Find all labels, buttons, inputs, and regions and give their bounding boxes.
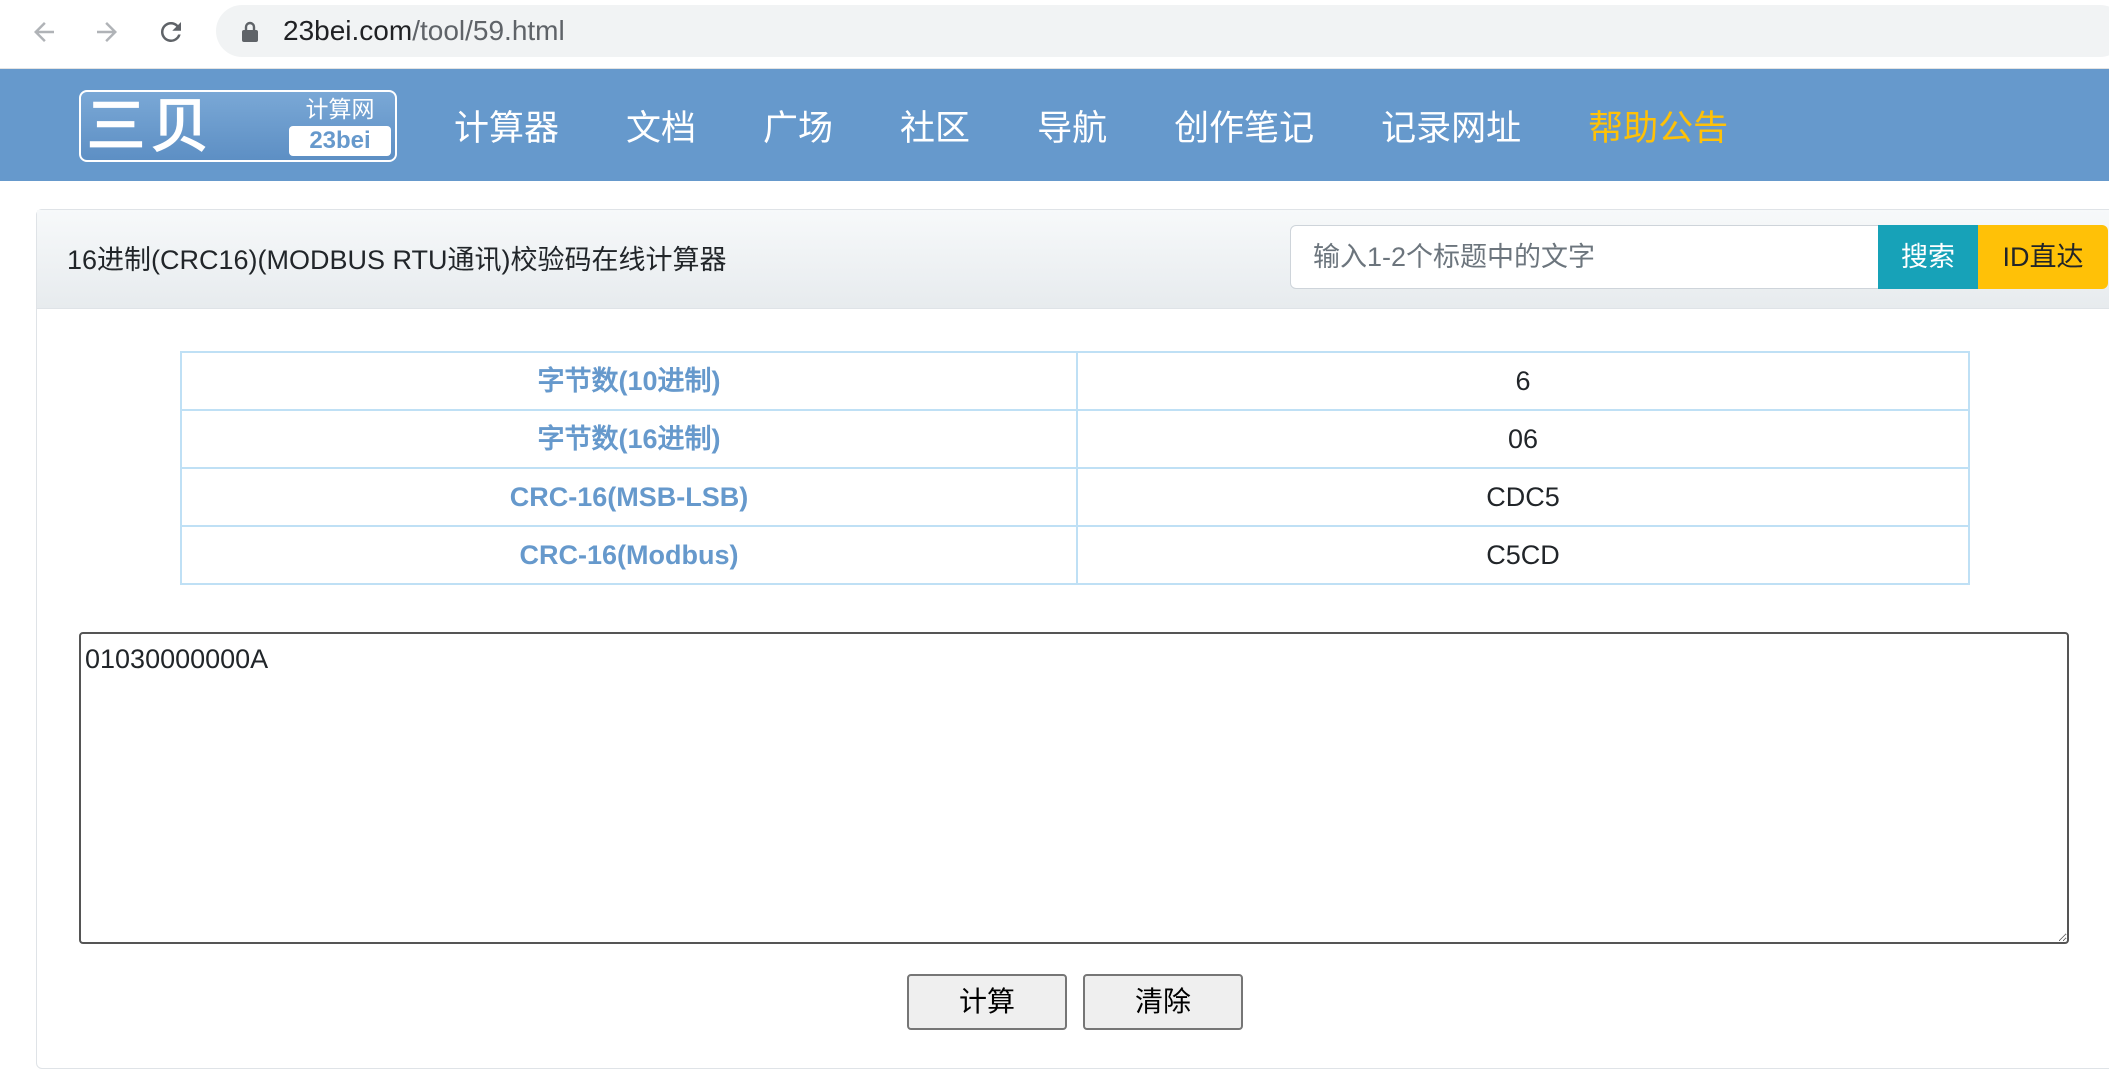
calculate-button[interactable]: 计算 bbox=[907, 974, 1067, 1030]
menu-item-help[interactable]: 帮助公告 bbox=[1588, 100, 1728, 151]
back-arrow-icon[interactable] bbox=[26, 14, 62, 50]
logo-en-text: 23bei bbox=[289, 126, 391, 156]
menu-item-bookmarks[interactable]: 记录网址 bbox=[1381, 100, 1521, 151]
table-row: 字节数(10进制) 6 bbox=[180, 351, 1970, 411]
table-row: CRC-16(Modbus) C5CD bbox=[180, 525, 1970, 585]
search-button[interactable]: 搜索 bbox=[1878, 225, 1978, 289]
menu-item-community[interactable]: 社区 bbox=[900, 100, 970, 151]
logo-sub-text: 计算网 bbox=[305, 96, 375, 122]
menu-item-notes[interactable]: 创作笔记 bbox=[1174, 100, 1314, 151]
result-label: CRC-16(Modbus) bbox=[180, 525, 1078, 585]
url-host: 23bei.com bbox=[283, 15, 413, 46]
card-header: 16进制(CRC16)(MODBUS RTU通讯)校验码在线计算器 搜索 ID直… bbox=[37, 210, 2109, 309]
result-label: 字节数(10进制) bbox=[180, 351, 1078, 411]
calculator-card: 16进制(CRC16)(MODBUS RTU通讯)校验码在线计算器 搜索 ID直… bbox=[36, 209, 2109, 1069]
url-path: /tool/59.html bbox=[412, 15, 565, 46]
result-value: 06 bbox=[1076, 409, 1970, 469]
result-value: 6 bbox=[1076, 351, 1970, 411]
logo-main-text: 三贝 bbox=[87, 92, 216, 160]
forward-arrow-icon[interactable] bbox=[89, 14, 125, 50]
site-logo[interactable]: 三贝 计算网 23bei bbox=[79, 90, 397, 162]
search-input[interactable] bbox=[1290, 225, 1914, 289]
result-label: CRC-16(MSB-LSB) bbox=[180, 467, 1078, 527]
main-menu: 计算器 文档 广场 社区 导航 创作笔记 记录网址 帮助公告 bbox=[454, 69, 1795, 181]
result-value: CDC5 bbox=[1076, 467, 1970, 527]
browser-toolbar: 23bei.com/tool/59.html bbox=[0, 0, 2109, 69]
page-title: 16进制(CRC16)(MODBUS RTU通讯)校验码在线计算器 bbox=[67, 245, 727, 275]
id-direct-button[interactable]: ID直达 bbox=[1978, 225, 2108, 289]
menu-item-calculator[interactable]: 计算器 bbox=[454, 100, 559, 151]
menu-item-square[interactable]: 广场 bbox=[763, 100, 833, 151]
lock-icon bbox=[240, 21, 260, 48]
menu-item-navigation[interactable]: 导航 bbox=[1037, 100, 1107, 151]
table-row: 字节数(16进制) 06 bbox=[180, 409, 1970, 469]
clear-button[interactable]: 清除 bbox=[1083, 974, 1243, 1030]
hex-input-textarea[interactable]: 01030000000A bbox=[79, 632, 2069, 944]
reload-icon[interactable] bbox=[153, 14, 189, 50]
site-header: 三贝 计算网 23bei 计算器 文档 广场 社区 导航 创作笔记 记录网址 帮… bbox=[0, 69, 2109, 181]
results-table: 字节数(10进制) 6 字节数(16进制) 06 CRC-16(MSB-LSB)… bbox=[180, 351, 1970, 585]
url-text[interactable]: 23bei.com/tool/59.html bbox=[283, 12, 565, 50]
menu-item-docs[interactable]: 文档 bbox=[626, 100, 696, 151]
result-label: 字节数(16进制) bbox=[180, 409, 1078, 469]
result-value: C5CD bbox=[1076, 525, 1970, 585]
table-row: CRC-16(MSB-LSB) CDC5 bbox=[180, 467, 1970, 527]
